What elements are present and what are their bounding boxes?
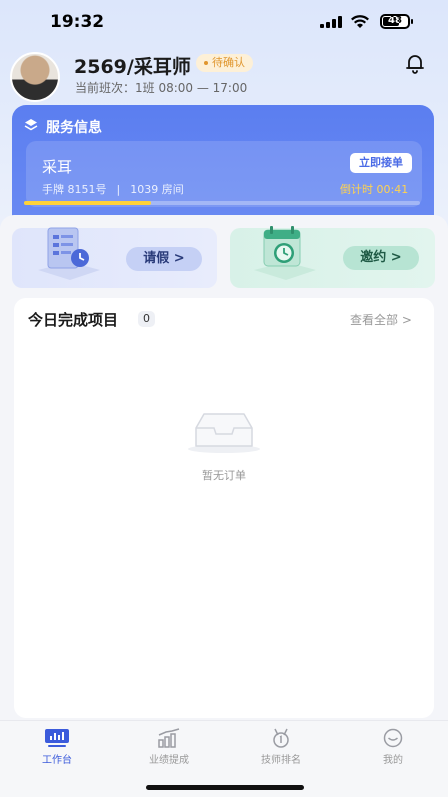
medal-icon xyxy=(273,728,289,748)
battery-icon: 48 xyxy=(380,14,410,29)
battery-tip xyxy=(411,19,413,24)
room-number: 1039 房间 xyxy=(130,183,184,196)
status-badge: 待确认 xyxy=(196,54,253,72)
status-bar: 19:32 48 xyxy=(0,0,448,44)
service-progress-fill xyxy=(24,201,151,205)
view-all-link[interactable]: 查看全部 > xyxy=(350,311,412,328)
invite-calendar-icon xyxy=(254,226,316,280)
invite-button[interactable]: 邀约 > xyxy=(343,246,419,270)
nav-label-mine: 我的 xyxy=(383,755,403,766)
battery-level: 48 xyxy=(388,15,402,26)
nav-label-workbench: 工作台 xyxy=(42,755,72,766)
nav-item-performance[interactable]: 业绩提成 xyxy=(124,728,214,768)
wifi-icon xyxy=(351,15,369,28)
countdown: 倒计时 00:41 xyxy=(340,183,409,196)
status-badge-label: 待确认 xyxy=(212,56,245,69)
service-order-panel xyxy=(26,141,422,207)
service-progress xyxy=(24,201,420,205)
nav-item-workbench[interactable]: 工作台 xyxy=(12,728,102,768)
smile-face-icon xyxy=(383,728,403,748)
home-indicator xyxy=(146,785,304,790)
service-title: 服务信息 xyxy=(46,120,102,136)
monitor-icon xyxy=(45,729,69,747)
today-count-badge: 0 xyxy=(138,311,155,327)
leave-document-icon xyxy=(38,227,100,280)
nav-item-ranking[interactable]: 技师排名 xyxy=(236,728,326,768)
avatar[interactable] xyxy=(10,52,60,102)
leave-button[interactable]: 请假 > xyxy=(126,247,202,271)
empty-text: 暂无订单 xyxy=(202,469,246,482)
signal-icon xyxy=(320,16,342,28)
shift-text: 当前班次：1班 08:00 — 17:00 xyxy=(75,81,248,95)
today-title: 今日完成项目 xyxy=(28,311,119,329)
empty-inbox-icon xyxy=(188,413,260,453)
bell-icon[interactable] xyxy=(404,52,426,74)
bar-chart-icon xyxy=(158,728,180,748)
nav-label-ranking: 技师排名 xyxy=(261,755,301,766)
nav-item-mine[interactable]: 我的 xyxy=(348,728,438,768)
layers-icon xyxy=(24,119,38,131)
user-name: 2569/采耳师 xyxy=(74,56,191,78)
status-time: 19:32 xyxy=(50,12,105,32)
accept-order-button[interactable]: 立即接单 xyxy=(350,153,412,173)
service-name: 采耳 xyxy=(42,158,73,176)
badge-number: 手牌 8151号 xyxy=(42,183,107,196)
nav-label-performance: 业绩提成 xyxy=(149,755,189,766)
today-card xyxy=(14,298,434,718)
service-info: 手牌 8151号 | 1039 房间 xyxy=(42,183,184,196)
